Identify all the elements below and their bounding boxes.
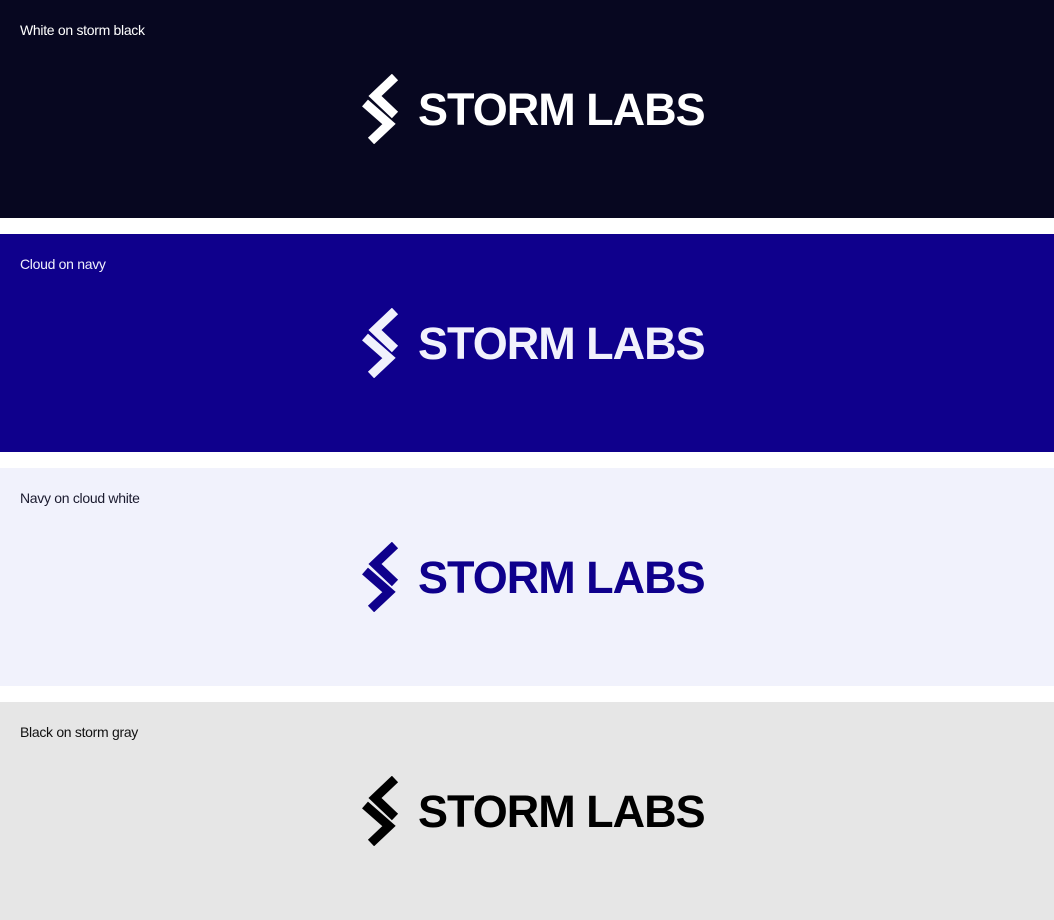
variant-label: Navy on cloud white <box>20 490 140 506</box>
storm-labs-logo: STORM LABS <box>361 74 706 144</box>
storm-mark-icon <box>362 776 399 846</box>
storm-labs-logo: STORM LABS <box>361 542 706 612</box>
storm-mark-icon <box>362 308 399 378</box>
storm-mark-icon <box>362 74 399 144</box>
wordmark: STORM LABS <box>418 785 706 837</box>
storm-mark-icon <box>362 542 399 612</box>
logo-variant-panel: Navy on cloud white STORM LABS <box>0 468 1054 686</box>
wordmark: STORM LABS <box>418 83 706 135</box>
storm-labs-logo: STORM LABS <box>361 308 706 378</box>
logo-variant-panel: White on storm black STORM LABS <box>0 0 1054 218</box>
storm-labs-logo: STORM LABS <box>361 776 706 846</box>
logo-variant-panel: Black on storm gray STORM LABS <box>0 702 1054 920</box>
variant-label: White on storm black <box>20 22 145 38</box>
wordmark: STORM LABS <box>418 317 706 369</box>
variant-label: Black on storm gray <box>20 724 139 740</box>
variant-label: Cloud on navy <box>20 256 106 272</box>
logo-variants: White on storm black STORM LABS Cloud on… <box>0 0 1054 920</box>
wordmark: STORM LABS <box>418 551 706 603</box>
logo-variant-panel: Cloud on navy STORM LABS <box>0 234 1054 452</box>
